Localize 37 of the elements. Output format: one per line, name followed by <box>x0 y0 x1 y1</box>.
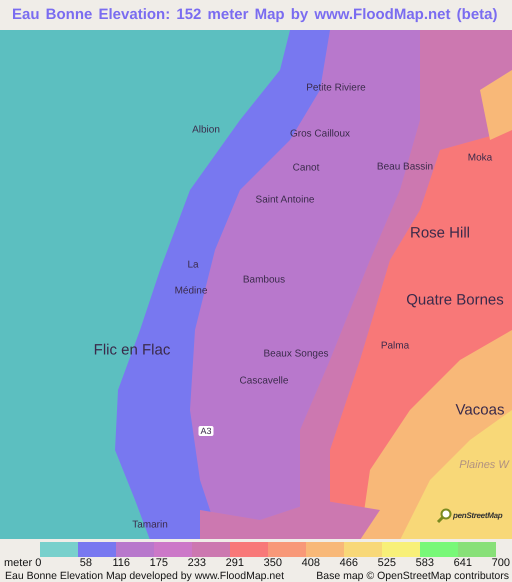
place-label: Albion <box>192 124 220 136</box>
place-label: Rose Hill <box>410 224 470 242</box>
legend-value: 350 <box>262 557 282 570</box>
place-label: Flic en Flac <box>94 341 170 358</box>
legend-value: 525 <box>376 557 396 570</box>
credit-text: Eau Bonne Elevation Map developed by www.FloodMap.net <box>5 570 284 582</box>
legend-value: 175 <box>148 557 168 570</box>
place-label: Moka <box>468 152 492 164</box>
place-label: Quatre Bornes <box>406 291 504 308</box>
legend-value: 58 <box>78 557 92 570</box>
osm-logo-text: penStreetMap <box>453 511 502 520</box>
place-label: Beau Bassin <box>376 161 434 172</box>
attribution-text: Base map © OpenStreetMap contributors <box>316 570 509 582</box>
legend-unit: meter 0 <box>4 557 42 570</box>
legend-value: 116 <box>111 557 130 570</box>
place-label: Beaux Songes <box>263 348 329 360</box>
place-label: Tamarin <box>132 519 168 530</box>
map-title: Eau Bonne Elevation: 152 meter Map by www.FloodMap.net (beta) <box>11 5 499 26</box>
place-label: Canot <box>292 162 320 174</box>
legend-value: 233 <box>186 557 206 570</box>
place-label: La <box>187 259 199 270</box>
place-label: Gros Cailloux <box>290 128 350 140</box>
legend-value: 641 <box>452 557 472 570</box>
legend-value: 583 <box>414 557 434 570</box>
place-label: Bambous <box>242 274 286 286</box>
place-label: Vacoas <box>456 401 504 418</box>
place-label: Plaines W <box>459 458 509 471</box>
place-label: Petite Riviere <box>306 82 366 94</box>
legend-value: 408 <box>300 557 320 570</box>
legend-value: 700 <box>490 557 510 570</box>
legend-value: 291 <box>224 557 244 570</box>
magnifier-icon <box>436 508 452 524</box>
place-label: Palma <box>380 340 410 352</box>
legend-value: 466 <box>338 557 358 570</box>
place-label: Saint Antoine <box>256 194 314 206</box>
place-label: Médine <box>174 285 208 296</box>
place-label: Cascavelle <box>240 375 288 386</box>
